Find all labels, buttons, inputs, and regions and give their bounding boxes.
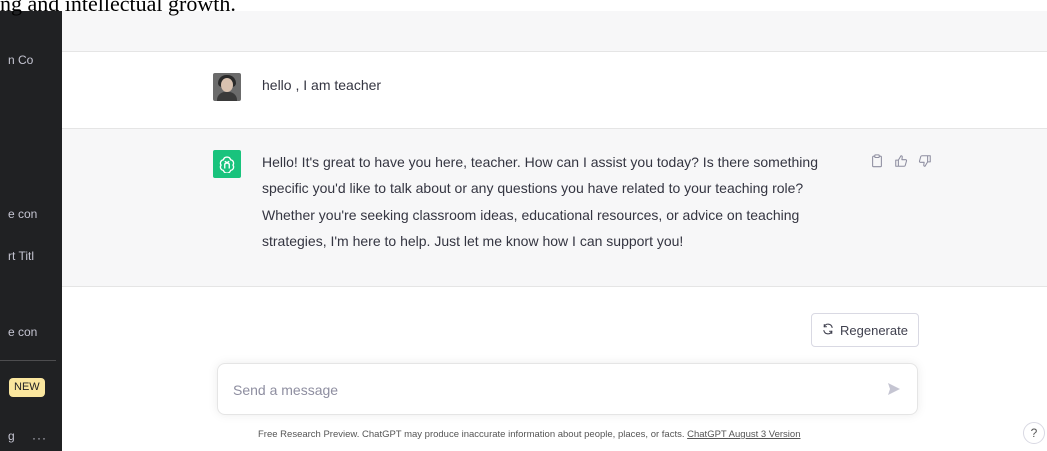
sidebar-item[interactable]: rt Titl [8, 249, 34, 263]
user-message: hello , I am teacher [262, 77, 382, 93]
sidebar-user-label[interactable]: g [8, 429, 15, 443]
user-avatar [213, 73, 241, 101]
clipboard-icon[interactable] [869, 153, 885, 169]
sidebar-divider [0, 360, 56, 361]
message-input[interactable]: Send a message [233, 382, 338, 398]
user-message-row: hello , I am teacher [62, 52, 1047, 129]
thumbs-up-icon[interactable] [893, 153, 909, 169]
sidebar-item[interactable]: n Co [8, 53, 33, 67]
document-text-fragment: ng and intellectual growth. [0, 0, 236, 16]
top-bar [62, 11, 1047, 52]
chatgpt-logo-icon [213, 150, 241, 178]
footer-text: Free Research Preview. ChatGPT may produ… [258, 429, 685, 440]
thumbs-down-icon[interactable] [917, 153, 933, 169]
regenerate-label: Regenerate [840, 322, 908, 338]
message-composer[interactable]: Send a message [217, 363, 918, 415]
regenerate-button[interactable]: Regenerate [811, 313, 919, 347]
new-badge: NEW [9, 378, 45, 397]
assistant-message: Hello! It's great to have you here, teac… [262, 154, 818, 249]
help-button[interactable]: ? [1023, 422, 1045, 444]
version-link[interactable]: ChatGPT August 3 Version [687, 429, 800, 440]
send-icon[interactable] [886, 381, 902, 397]
refresh-icon [822, 323, 834, 338]
chat-main: hello , I am teacher Hello! It's great t… [62, 11, 1047, 451]
assistant-message-row: Hello! It's great to have you here, teac… [62, 129, 1047, 287]
sidebar-item[interactable]: e con [8, 325, 37, 339]
sidebar-item[interactable]: e con [8, 207, 37, 221]
message-actions [869, 153, 933, 169]
sidebar: n Co e con rt Titl e con NEW g ··· [0, 11, 62, 451]
more-options-icon[interactable]: ··· [32, 431, 47, 445]
screenshot-root: ng and intellectual growth. n Co e con r… [0, 0, 1047, 451]
